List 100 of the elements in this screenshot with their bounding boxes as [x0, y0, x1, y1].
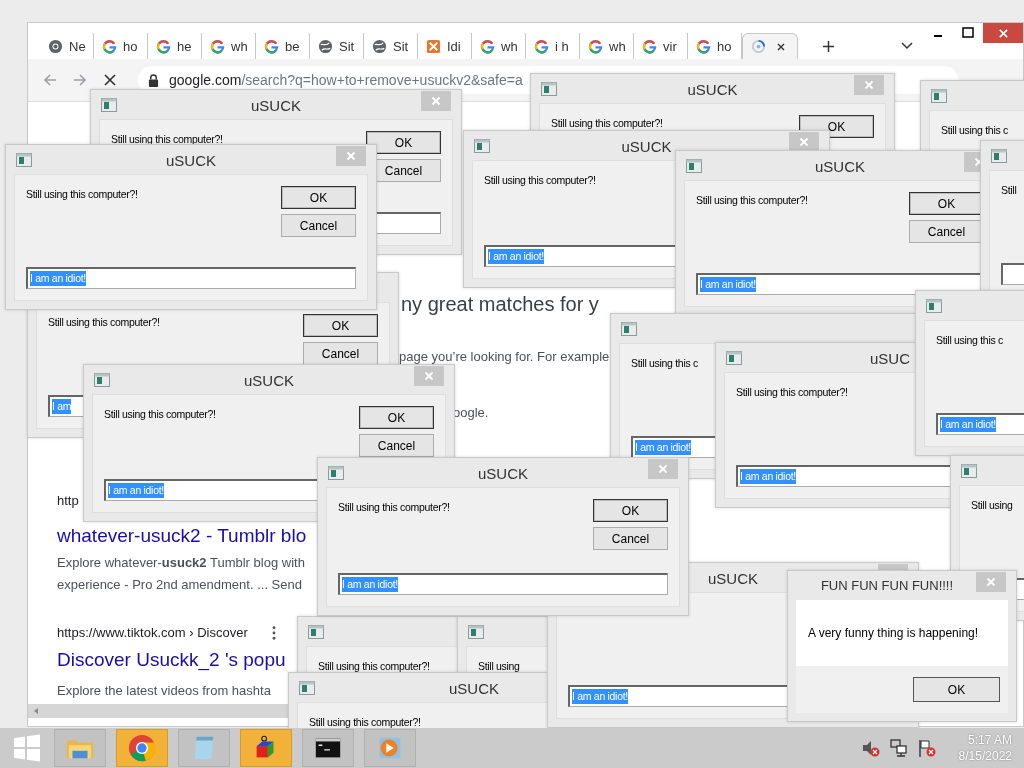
ok-button[interactable]: OK: [913, 677, 1000, 702]
message-text: Still using this computer?!: [104, 408, 216, 420]
tab-label: wh: [231, 38, 248, 54]
close-icon: [864, 80, 874, 90]
close-icon: [658, 464, 668, 474]
tab-label: Idi: [447, 38, 461, 54]
tab-label: Sit: [339, 38, 355, 54]
ok-button[interactable]: OK: [593, 499, 668, 522]
more-icon[interactable]: [271, 626, 276, 640]
window-title: uSUC: [870, 350, 910, 367]
window-title: uSUCK: [449, 680, 499, 697]
result-title-link[interactable]: whatever-usuck2 - Tumblr blo: [57, 524, 307, 548]
close-button[interactable]: [854, 75, 884, 95]
close-button[interactable]: [336, 146, 366, 166]
close-icon: [997, 27, 1009, 39]
google-icon: [156, 38, 171, 54]
tab-list-icon[interactable]: [901, 42, 913, 50]
flag-error-icon[interactable]: [916, 738, 937, 758]
message-text: Still using this computer?!: [26, 188, 138, 200]
tab-label: wh: [609, 38, 626, 54]
stop-icon[interactable]: [102, 72, 118, 88]
message-text: Still using this c: [941, 124, 1008, 136]
close-button[interactable]: [789, 132, 819, 152]
browser-logo-icon: [127, 733, 157, 763]
address-text: google.com/search?q=how+to+remove+usuckv2&safe=a: [169, 72, 523, 88]
app-icon: [328, 466, 344, 480]
message-text: Still using this computer?!: [338, 501, 450, 513]
page-text: page you’re looking for. For example: [399, 348, 610, 366]
tab-label: wh: [501, 38, 518, 54]
google-icon: [642, 38, 657, 54]
message-text: Still using this computer?!: [484, 174, 596, 186]
result-title-link[interactable]: Discover Usuckk_2 's popu: [57, 648, 286, 672]
network-icon[interactable]: [888, 738, 909, 758]
tab-label: ho: [123, 38, 138, 54]
window-title: uSUCK: [687, 81, 738, 98]
result-snippet: Explore whatever-usuck2 Tumblr blog with: [57, 554, 305, 572]
tab-label: ho: [717, 38, 732, 54]
ok-button[interactable]: OK: [359, 406, 434, 429]
close-button[interactable]: [983, 23, 1023, 43]
message-text: Still using this computer?!: [551, 117, 663, 129]
cancel-button[interactable]: Cancel: [303, 342, 378, 365]
app-icon: [931, 89, 947, 103]
ok-button[interactable]: OK: [303, 314, 378, 337]
message-text: Still using this computer?!: [111, 133, 223, 145]
window-title: uSUCK: [478, 465, 528, 482]
new-tab-icon[interactable]: [822, 39, 835, 53]
google-icon: [102, 38, 117, 54]
loading-icon: [751, 39, 766, 54]
globe-icon: [318, 38, 333, 54]
message-text: Still using this computer?!: [318, 660, 430, 672]
message-text: A very funny thing is happening!: [808, 626, 979, 640]
google-icon: [696, 38, 711, 54]
back-icon[interactable]: [42, 72, 58, 88]
close-tab-icon[interactable]: [776, 41, 786, 52]
message-text: Still using this c: [936, 334, 1003, 346]
message-text: Still using this c: [631, 357, 698, 369]
taskbar-button[interactable]: [302, 729, 354, 767]
close-button[interactable]: [421, 91, 451, 111]
ok-button[interactable]: OK: [281, 186, 356, 209]
message-text: Still: [1001, 184, 1017, 196]
app-icon: [726, 351, 742, 365]
window-title: uSUCK: [815, 158, 865, 175]
message-text: Still using this computer?!: [309, 716, 421, 728]
message-text: Still using this computer?!: [696, 194, 808, 206]
result-snippet: Explore the latest videos from hashta: [57, 682, 271, 700]
app-icon: [16, 153, 32, 167]
close-button[interactable]: [976, 572, 1006, 592]
close-button[interactable]: [648, 459, 678, 479]
page-heading: ny great matches for y: [401, 292, 599, 317]
cancel-button[interactable]: Cancel: [359, 434, 434, 457]
close-icon: [346, 151, 356, 161]
ok-button[interactable]: OK: [366, 131, 441, 154]
close-button[interactable]: [414, 366, 444, 386]
tile-icon: [426, 38, 441, 54]
cancel-button[interactable]: Cancel: [281, 214, 356, 237]
google-icon: [588, 38, 603, 54]
google-icon: [534, 38, 549, 54]
app-icon: [621, 322, 637, 336]
tab-label: Sit: [393, 38, 409, 54]
window-title: FUN FUN FUN FUN!!!!: [820, 578, 954, 593]
scroll-left-icon[interactable]: [32, 707, 40, 715]
windows-logo-icon[interactable]: [12, 733, 42, 763]
app-icon: [308, 625, 324, 639]
tab-label: Ne: [69, 38, 86, 54]
app-icon: [541, 82, 557, 96]
message-text: Still using this computer?!: [48, 316, 160, 328]
window-title: uSUCK: [708, 570, 758, 587]
app-icon: [961, 464, 977, 478]
result-url: http: [57, 492, 79, 510]
close-icon: [986, 577, 996, 587]
horizontal-scrollbar[interactable]: [28, 704, 288, 718]
tab-label: be: [285, 38, 300, 54]
app-icon: [991, 149, 1007, 163]
cancel-button[interactable]: Cancel: [593, 527, 668, 550]
lock-icon: [148, 73, 159, 87]
globe-icon: [372, 38, 387, 54]
forward-icon[interactable]: [72, 72, 88, 88]
window-title: uSUCK: [621, 138, 672, 155]
window-title: uSUCK: [166, 152, 216, 169]
app-icon: [468, 625, 484, 639]
